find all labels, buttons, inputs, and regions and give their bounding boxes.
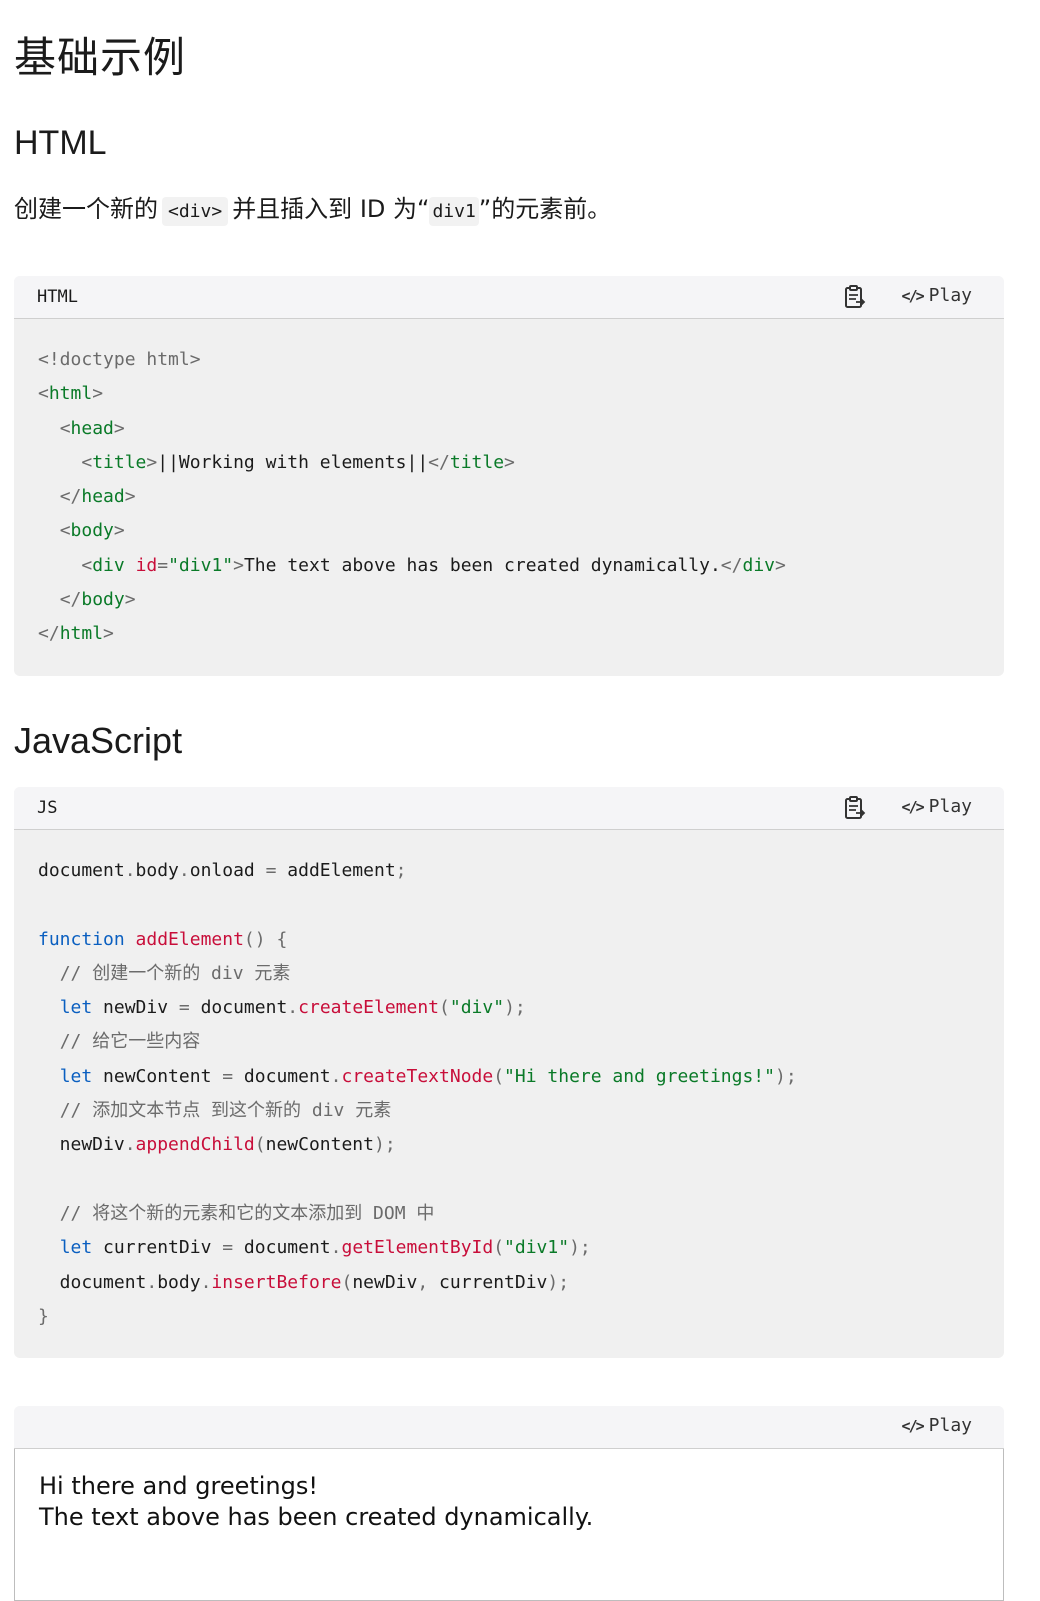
intro-text-1: 创建一个新的 <box>14 195 158 223</box>
section-heading-javascript: JavaScript <box>14 720 183 761</box>
intro-text-3: ”的元素前。 <box>478 195 612 223</box>
section-heading-html: HTML <box>14 124 107 162</box>
code-language-label: JS <box>37 798 58 818</box>
html-code: <!doctype html> <html> <head> <title>||W… <box>38 349 786 645</box>
code-icon: </> <box>901 1416 925 1435</box>
clipboard-icon[interactable] <box>842 284 868 310</box>
code-block-toolbar: HTML </> Play <box>14 276 1004 319</box>
result-block: </> Play Hi there and greetings! The tex… <box>14 1406 1004 1601</box>
result-line-static: The text above has been created dynamica… <box>39 1503 594 1531</box>
play-button[interactable]: </> Play <box>902 796 972 817</box>
js-code-block: JS </> Play document.body.onload = addEl… <box>14 787 1004 1358</box>
intro-text-2: 并且插入到 ID 为“ <box>232 195 430 223</box>
code-language-label: HTML <box>37 287 78 307</box>
result-frame: Hi there and greetings! The text above h… <box>14 1449 1004 1601</box>
play-button-label: Play <box>928 285 972 306</box>
html-code-block: HTML </> Play <!doctype html> <html> <he… <box>14 276 1004 676</box>
clipboard-icon[interactable] <box>842 795 868 821</box>
result-toolbar: </> Play <box>14 1406 1004 1449</box>
page-title: 基础示例 <box>14 33 187 82</box>
code-icon: </> <box>901 797 925 816</box>
code-icon: </> <box>901 286 925 305</box>
play-button[interactable]: </> Play <box>902 1415 972 1436</box>
intro-paragraph: 创建一个新的 <div> 并且插入到 ID 为“ div1 ”的元素前。 <box>14 192 611 229</box>
play-button[interactable]: </> Play <box>902 285 972 306</box>
play-button-label: Play <box>928 1415 972 1436</box>
intro-code-div: <div> <box>162 197 229 226</box>
js-code: document.body.onload = addElement; funct… <box>38 860 797 1327</box>
result-line-greeting: Hi there and greetings! <box>39 1472 318 1500</box>
play-button-label: Play <box>928 796 972 817</box>
code-block-toolbar: JS </> Play <box>14 787 1004 830</box>
intro-code-div1: div1 <box>429 197 479 226</box>
